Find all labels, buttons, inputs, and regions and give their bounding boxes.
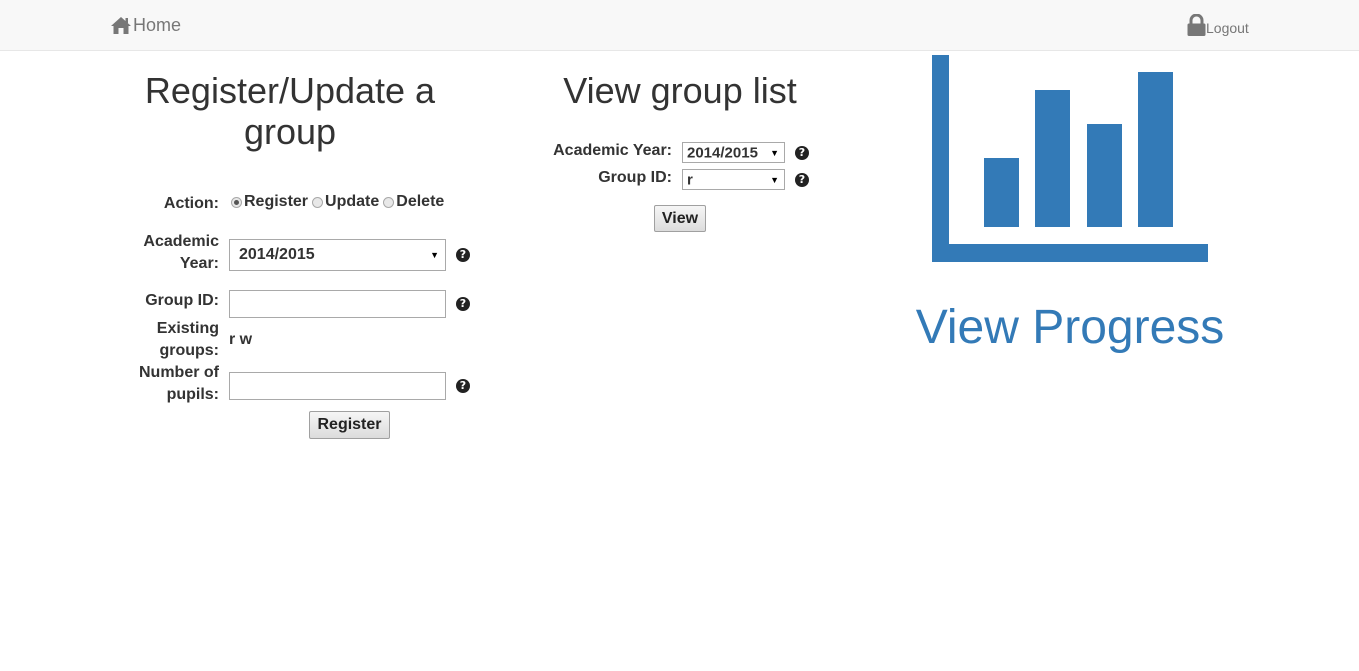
help-icon[interactable]: ? (456, 297, 470, 311)
bar-chart-icon[interactable] (932, 55, 1208, 262)
radio-label: Delete (396, 193, 445, 210)
existing-groups-label-line2: groups: (159, 342, 219, 359)
register-button[interactable]: Register (309, 411, 390, 439)
view-academic-year-select[interactable]: 2014/2015 ▼ (682, 142, 785, 163)
existing-groups-label: Existing groups: (120, 318, 219, 362)
view-academic-year-label: Academic Year: (553, 142, 672, 159)
action-label: Action: (163, 195, 219, 212)
academic-year-label-line2: Year: (179, 255, 219, 272)
radio-label: Update (325, 193, 380, 210)
radio-indicator[interactable] (383, 196, 395, 208)
radio-indicator[interactable] (312, 196, 324, 208)
view-group-id-select[interactable]: r ▼ (682, 169, 785, 190)
action-register-radio[interactable]: Register (231, 193, 308, 211)
view-button[interactable]: View (654, 205, 706, 232)
home-label: Home (133, 14, 182, 35)
radio-label: Register (244, 193, 309, 210)
action-update-radio[interactable]: Update (312, 193, 379, 211)
dropdown-arrow-icon: ▼ (430, 250, 439, 260)
group-id-input[interactable] (229, 290, 446, 318)
radio-indicator[interactable] (231, 196, 242, 208)
top-navbar: Home Logout (0, 0, 1359, 51)
select-value: r (687, 171, 693, 188)
help-icon[interactable]: ? (456, 248, 470, 262)
existing-groups-label-line1: Existing (156, 320, 219, 337)
action-radio-group: Register Update Delete (231, 193, 444, 211)
logout-label: Logout (1206, 20, 1249, 36)
view-section-title: View group list (563, 70, 797, 111)
help-icon[interactable]: ? (795, 173, 809, 187)
pupils-label: Number of pupils: (110, 362, 219, 406)
dropdown-arrow-icon: ▼ (770, 147, 779, 158)
lock-icon (1187, 14, 1206, 36)
existing-groups-value: r w (229, 331, 253, 348)
register-academic-year-select[interactable]: 2014/2015 ▼ (229, 239, 446, 271)
pupils-label-line1: Number of (139, 364, 219, 381)
select-value: 2014/2015 (687, 144, 758, 161)
help-icon[interactable]: ? (795, 146, 809, 160)
number-of-pupils-input[interactable] (229, 372, 446, 400)
academic-year-label-line1: Academic (143, 233, 219, 250)
register-section-title: Register/Update a group (144, 70, 436, 152)
logout-link[interactable]: Logout (1187, 12, 1249, 36)
select-value: 2014/2015 (239, 246, 315, 263)
home-link[interactable]: Home (110, 14, 181, 36)
help-icon[interactable]: ? (456, 379, 470, 393)
view-group-id-label: Group ID: (598, 169, 672, 186)
action-delete-radio[interactable]: Delete (383, 193, 444, 211)
view-progress-link[interactable]: View Progress (895, 300, 1245, 356)
home-icon (111, 17, 131, 34)
pupils-label-line2: pupils: (166, 386, 219, 403)
group-id-label: Group ID: (145, 292, 219, 309)
academic-year-label: Academic Year: (120, 231, 219, 275)
dropdown-arrow-icon: ▼ (770, 174, 779, 185)
